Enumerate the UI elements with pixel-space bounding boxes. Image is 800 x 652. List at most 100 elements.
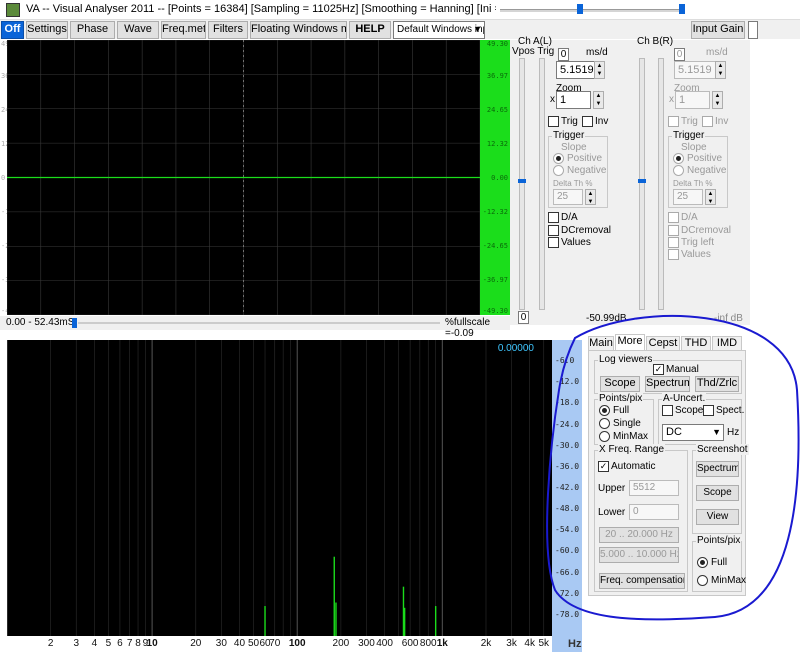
checkbox-box (668, 212, 679, 223)
radio-dot (553, 153, 564, 164)
input-gain-slider-track[interactable] (500, 9, 685, 12)
channel-a-positive-radio[interactable]: Positive (553, 153, 602, 164)
frequency-label: 70 (269, 638, 281, 649)
checkbox-label: Values (561, 237, 591, 248)
channel-a-inv-checkbox[interactable]: Inv (582, 116, 608, 127)
channel-b-zoom-input[interactable]: 1 (675, 91, 710, 109)
checkbox-box (548, 212, 559, 223)
channel-b-delta-spin[interactable]: ▲ ▼ (705, 189, 716, 205)
channel-a-negative-radio[interactable]: Negative (553, 165, 606, 176)
phase-button[interactable]: Phase (70, 21, 115, 39)
channel-b-positive-radio[interactable]: Positive (673, 153, 722, 164)
time-scroll-thumb[interactable] (72, 318, 77, 328)
title-bar: VA -- Visual Analyser 2011 -- [Points = … (0, 0, 800, 20)
radio-dot (553, 165, 564, 176)
level-label: -24.65 (482, 242, 508, 250)
input-gain-spin[interactable] (748, 21, 758, 39)
channel-b-msd-input[interactable]: 5.1519 (674, 61, 719, 79)
spectrum-display[interactable]: 0.00000 (7, 340, 552, 636)
checkbox-box (548, 116, 559, 127)
checkbox-label: DCremoval (681, 225, 732, 236)
frequency-label: 5k (538, 638, 550, 649)
input-gain-slider-thumb-b[interactable] (679, 4, 685, 14)
channel-a-zoom-input[interactable]: 1 (556, 91, 591, 109)
frequency-label: 600 (401, 638, 419, 649)
channel-b-zoom-spin[interactable]: ▲ ▼ (712, 91, 723, 109)
frequency-label: 10 (146, 638, 158, 649)
frequency-label: 2k (480, 638, 492, 649)
level-label: 12.32 (486, 140, 508, 148)
channel-b-vpos-slider[interactable] (638, 58, 646, 310)
level-label: -12.32 (482, 208, 508, 216)
channel-b-zero-box[interactable]: 0 (674, 48, 685, 61)
channel-a-vpos-slider[interactable] (518, 58, 526, 310)
level-label: 49.30 (486, 40, 508, 48)
channel-a-da-checkbox[interactable]: D/A (548, 212, 578, 223)
oscilloscope-display[interactable] (7, 40, 480, 315)
level-label: -36.97 (482, 276, 508, 284)
channel-b-msd-spin[interactable]: ▲ ▼ (715, 61, 726, 79)
channel-a-vpos-trig: Vpos Trig (512, 46, 555, 57)
radio-label: Negative (567, 165, 607, 176)
channel-a-panel: Ch A(L) Vpos Trig 0 ms/d 5.1519 ▲ ▼ Zoom … (510, 36, 630, 325)
channel-b-dcremoval-checkbox[interactable]: DCremoval (668, 225, 731, 236)
settings-button[interactable]: Settings (26, 21, 68, 39)
frequency-label: 300 (358, 638, 375, 649)
channel-a-trig-slider[interactable] (539, 58, 545, 310)
checkbox-box (668, 237, 679, 248)
channel-b-trig-left-checkbox[interactable]: Trig left (668, 237, 714, 248)
channel-b-vpos-thumb[interactable] (638, 179, 646, 183)
group-title: Trigger (552, 130, 586, 141)
channel-a-delta-spin[interactable]: ▲ ▼ (585, 189, 596, 205)
channel-b-values-checkbox[interactable]: Values (668, 249, 711, 260)
channel-a-delta-input[interactable]: 25 (553, 189, 583, 205)
channel-a-vpos-thumb[interactable] (518, 179, 526, 183)
channel-a-dcremoval-checkbox[interactable]: DCremoval (548, 225, 611, 236)
radio-dot (673, 165, 684, 176)
channel-a-zero-box[interactable]: 0 (558, 48, 569, 61)
channel-b-panel: Ch B(R) 0 ms/d 5.1519 ▲ ▼ Zoom x 1 ▲ ▼ Tri… (630, 36, 750, 325)
filters-button[interactable]: Filters (208, 21, 248, 39)
frequency-label: 20 (190, 638, 202, 649)
time-scroll-track[interactable] (78, 322, 440, 324)
checkbox-box (582, 116, 593, 127)
wave-button[interactable]: Wave (117, 21, 159, 39)
channel-b-trig-slider[interactable] (658, 58, 664, 310)
channel-b-unit: ms/d (706, 47, 728, 58)
channel-a-zoom-spin[interactable]: ▲ ▼ (593, 91, 604, 109)
channel-b-delta-input[interactable]: 25 (673, 189, 703, 205)
channel-a-msd-spin[interactable]: ▲ ▼ (594, 61, 605, 79)
channel-a-bottom-zero[interactable]: 0 (518, 311, 529, 324)
channel-a-values-checkbox[interactable]: Values (548, 237, 591, 248)
checkbox-label: Trig (561, 116, 578, 127)
floating-windows-button[interactable]: Floating Windows mode (250, 21, 347, 39)
frequency-label: 5 (105, 638, 112, 649)
spectrum-grid (7, 340, 545, 636)
input-gain-slider-thumb-a[interactable] (577, 4, 583, 14)
channel-b-trigger-group: Trigger Slope Positive Negative Delta Th… (668, 130, 728, 208)
channel-a-trig-checkbox[interactable]: Trig (548, 116, 578, 127)
off-button[interactable]: Off (1, 21, 24, 39)
checkbox-box (548, 237, 559, 248)
level-label: -49.30 (482, 307, 508, 315)
channel-b-trig-checkbox[interactable]: Trig (668, 116, 698, 127)
slope-label: Slope (561, 142, 587, 153)
frequency-label: 200 (332, 638, 350, 649)
group-title: Trigger (672, 130, 706, 141)
channel-b-da-checkbox[interactable]: D/A (668, 212, 698, 223)
time-range: 0.00 - 52.43mS (6, 317, 75, 328)
channel-b-negative-radio[interactable]: Negative (673, 165, 726, 176)
frequency-label: 8 (135, 638, 141, 649)
freqmeter-button[interactable]: Freq.meter (161, 21, 206, 39)
windows-input-select[interactable]: Default Windows inp ▼ (393, 21, 485, 39)
toolbar: Off Settings Phase Wave Freq.meter Filte… (0, 20, 800, 39)
frequency-label: 7 (126, 638, 133, 649)
frequency-label: 100 (288, 638, 306, 649)
help-button[interactable]: HELP (349, 21, 391, 39)
frequency-label: 4 (91, 638, 98, 649)
channel-b-inv-checkbox[interactable]: Inv (702, 116, 728, 127)
input-gain-button[interactable]: Input Gain (691, 21, 745, 39)
checkbox-label: Trig left (681, 237, 714, 248)
channel-b-zoom-prefix: x (669, 94, 674, 105)
radio-label: Positive (567, 153, 603, 164)
